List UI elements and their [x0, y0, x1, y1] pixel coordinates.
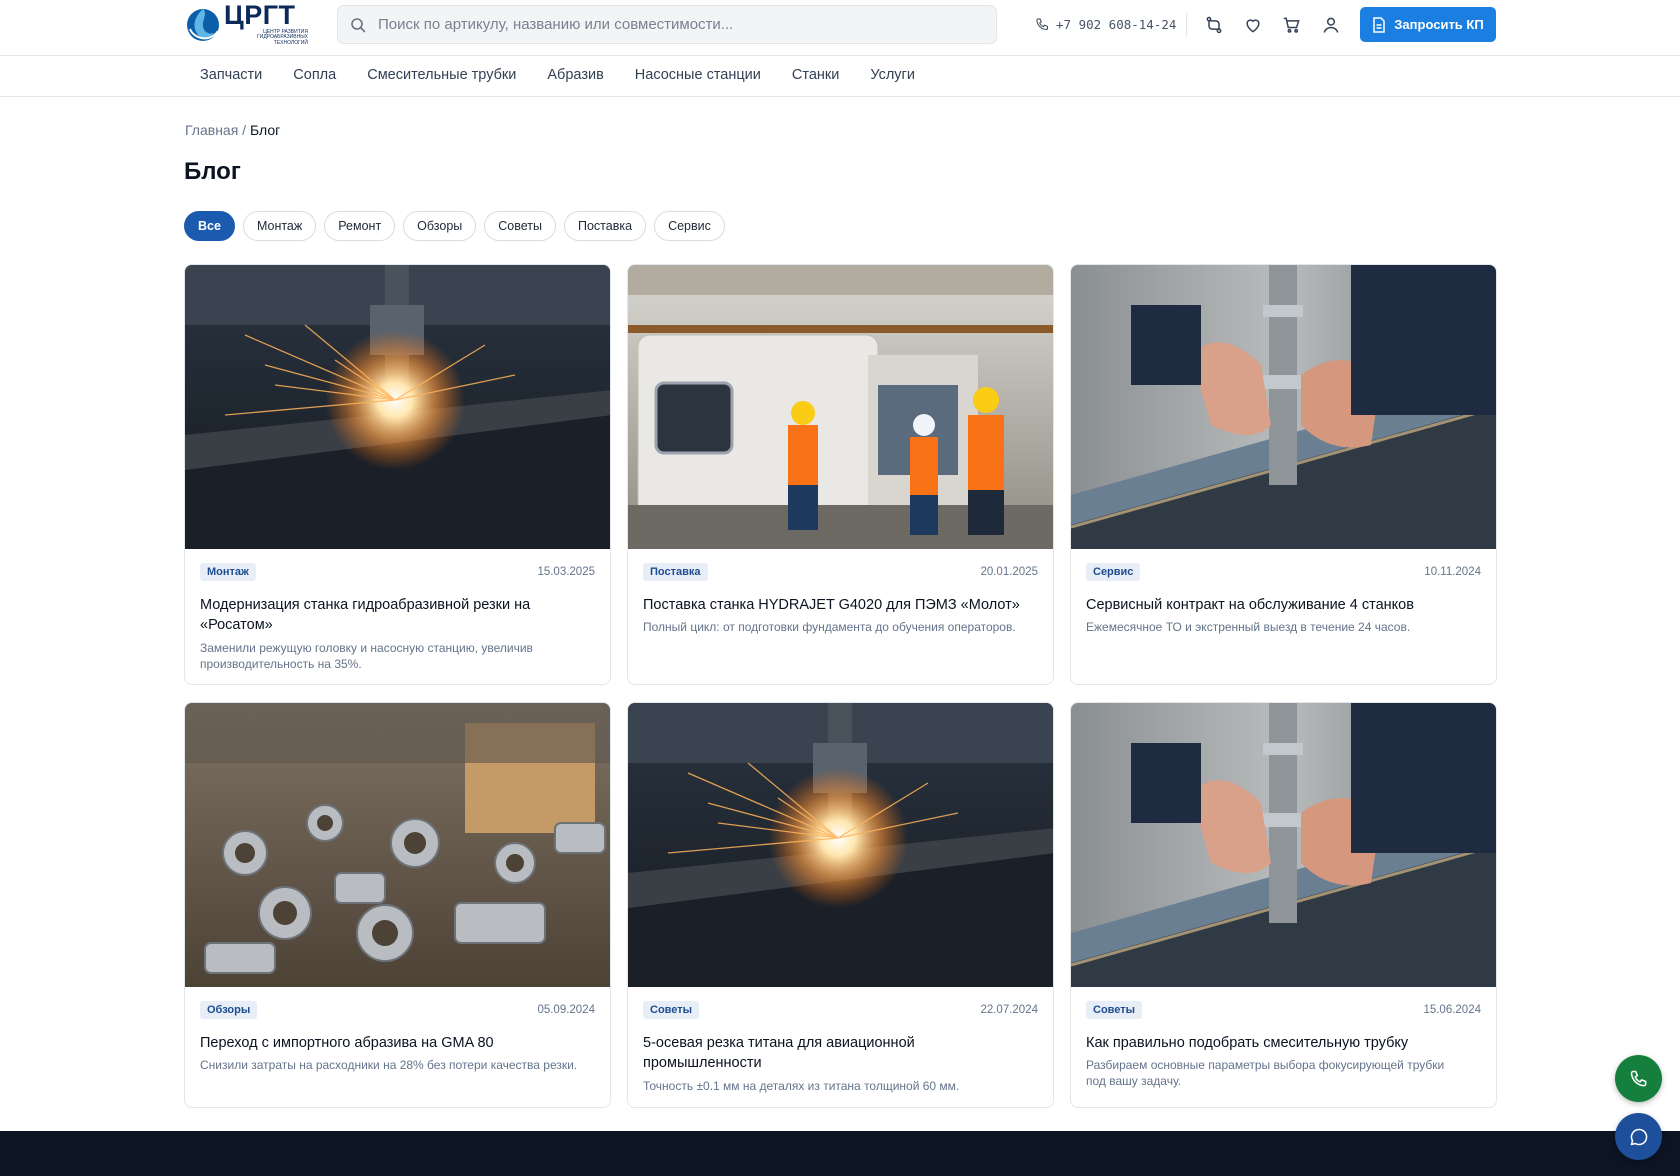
blog-card[interactable]: Сервис 10.11.2024 Сервисный контракт на …: [1070, 264, 1497, 685]
header-divider: [1186, 13, 1187, 37]
post-description: Разбираем основные параметры выбора фоку…: [1086, 1058, 1445, 1088]
nav-item-nozzles[interactable]: Сопла: [293, 67, 336, 83]
card-image-sparks[interactable]: [185, 265, 610, 549]
blog-card[interactable]: Поставка 20.01.2025 Поставка станка HYDR…: [627, 264, 1054, 685]
main-nav: Запчасти Сопла Смесительные трубки Абраз…: [0, 56, 1680, 97]
card-image-hands-nozzle[interactable]: [1071, 265, 1496, 549]
breadcrumb: Главная / Блог: [185, 122, 281, 138]
card-image-metal-parts[interactable]: [185, 703, 610, 987]
filter-tips[interactable]: Советы: [484, 211, 556, 241]
filter-installation[interactable]: Монтаж: [242, 211, 317, 241]
phone-icon: [1036, 17, 1049, 30]
user-icon[interactable]: [1319, 13, 1343, 37]
post-tag: Сервис: [1086, 563, 1141, 581]
nav-item-pump-stations[interactable]: Насосные станции: [635, 67, 761, 83]
post-tag: Советы: [643, 1001, 700, 1019]
post-title[interactable]: Модернизация станка гидроабразивной резк…: [200, 595, 590, 635]
post-title[interactable]: Поставка станка HYDRAJET G4020 для ПЭМЗ …: [643, 595, 1033, 615]
logo-icon: [184, 5, 222, 43]
nav-item-abrasive[interactable]: Абразив: [547, 67, 603, 83]
post-tag: Поставка: [643, 563, 708, 581]
post-date: 22.07.2024: [980, 1004, 1038, 1016]
filter-supply[interactable]: Поставка: [564, 211, 647, 241]
document-icon: [1373, 16, 1386, 33]
request-quote-button[interactable]: Запросить КП: [1360, 7, 1496, 42]
nav-item-machines[interactable]: Станки: [792, 67, 839, 83]
post-date: 20.01.2025: [980, 566, 1038, 578]
nav-item-mixing-tubes[interactable]: Смесительные трубки: [367, 67, 516, 83]
phone-icon: [1630, 1070, 1646, 1086]
post-title[interactable]: 5-осевая резка титана для авиационной пр…: [643, 1033, 1033, 1073]
card-image-sparks[interactable]: [628, 703, 1053, 987]
breadcrumb-home[interactable]: Главная: [185, 122, 238, 138]
site-footer: [0, 1131, 1680, 1176]
nav-item-services[interactable]: Услуги: [870, 67, 915, 83]
phone-number: +7 902 608-14-24: [1056, 16, 1177, 32]
post-title[interactable]: Как правильно подобрать смесительную тру…: [1086, 1033, 1476, 1053]
search-box[interactable]: [337, 5, 997, 44]
logo[interactable]: ЦРГТ ЦЕНТР РАЗВИТИЯ ГИДРОАБРАЗИВНЫХ ТЕХНО…: [184, 0, 308, 46]
post-tag: Монтаж: [200, 563, 256, 581]
heart-icon[interactable]: [1241, 13, 1265, 37]
breadcrumb-current: Блог: [249, 122, 281, 138]
post-date: 10.11.2024: [1424, 566, 1481, 578]
blog-card[interactable]: Советы 22.07.2024 5-осевая резка титана …: [627, 702, 1054, 1108]
logo-subtitle: ЦЕНТР РАЗВИТИЯ ГИДРОАБРАЗИВНЫХ ТЕХНОЛОГИЙ: [257, 28, 308, 46]
filter-repair[interactable]: Ремонт: [324, 211, 396, 241]
post-date: 15.03.2025: [537, 566, 595, 578]
post-description: Полный цикл: от подготовки фундамента до…: [643, 620, 1016, 634]
blog-card[interactable]: Монтаж 15.03.2025 Модернизация станка ги…: [184, 264, 611, 685]
compare-icon[interactable]: [1202, 13, 1226, 37]
logo-title: ЦРГТ: [224, 0, 296, 30]
chat-button[interactable]: [1615, 1113, 1662, 1160]
filter-reviews[interactable]: Обзоры: [403, 211, 477, 241]
phone-link[interactable]: +7 902 608-14-24: [1035, 13, 1176, 35]
post-tag: Советы: [1086, 1001, 1143, 1019]
cart-icon[interactable]: [1280, 13, 1304, 37]
post-date: 05.09.2024: [537, 1004, 595, 1016]
card-image-workers[interactable]: [628, 265, 1053, 549]
filter-all[interactable]: Все: [184, 211, 235, 241]
site-header: ЦРГТ ЦЕНТР РАЗВИТИЯ ГИДРОАБРАЗИВНЫХ ТЕХНО…: [0, 0, 1680, 56]
nav-item-parts[interactable]: Запчасти: [200, 67, 262, 83]
card-image-hands-nozzle[interactable]: [1071, 703, 1496, 987]
chat-bubble-icon: [1630, 1128, 1647, 1145]
post-title[interactable]: Сервисный контракт на обслуживание 4 ста…: [1086, 595, 1476, 615]
post-description: Ежемесячное ТО и экстренный выезд в тече…: [1086, 620, 1411, 634]
post-description: Точность ±0.1 мм на деталях из титана то…: [643, 1079, 960, 1093]
filter-service[interactable]: Сервис: [654, 211, 725, 241]
post-date: 15.06.2024: [1423, 1004, 1481, 1016]
page-title: Блог: [184, 158, 241, 185]
category-filters: Все Монтаж Ремонт Обзоры Советы Поставка…: [184, 211, 725, 241]
search-input[interactable]: [378, 16, 978, 33]
request-quote-label: Запросить КП: [1394, 17, 1484, 32]
post-description: Снизили затраты на расходники на 28% без…: [200, 1058, 578, 1072]
blog-card[interactable]: Обзоры 05.09.2024 Переход с импортного а…: [184, 702, 611, 1108]
search-icon: [351, 17, 366, 32]
post-title[interactable]: Переход с импортного абразива на GMA 80: [200, 1033, 590, 1053]
call-button[interactable]: [1615, 1055, 1662, 1102]
post-description: Заменили режущую головку и насосную стан…: [200, 641, 533, 671]
post-tag: Обзоры: [200, 1001, 258, 1019]
blog-card[interactable]: Советы 15.06.2024 Как правильно подобрат…: [1070, 702, 1497, 1108]
